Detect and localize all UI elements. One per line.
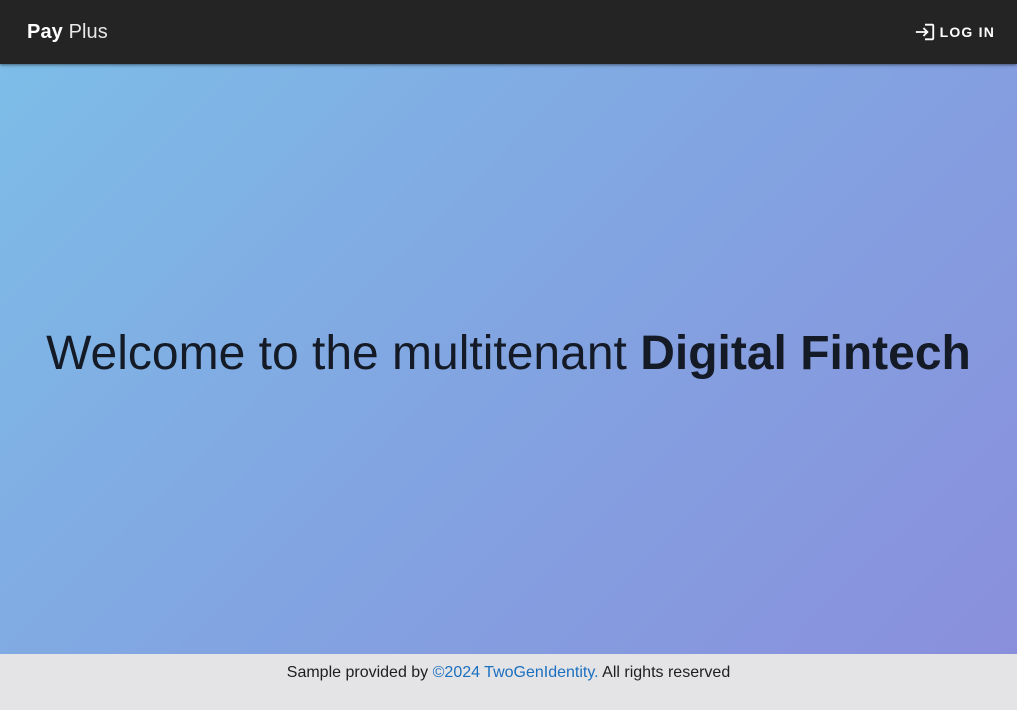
hero-banner: Welcome to the multitenant Digital Finte… [0, 64, 1017, 654]
headline-bold-text: Digital Fintech [640, 327, 971, 380]
brand-logo[interactable]: Pay Plus [27, 20, 108, 44]
login-label: LOG IN [939, 24, 995, 40]
login-button[interactable]: LOG IN [914, 18, 995, 46]
brand-name-light: Plus [68, 21, 108, 43]
brand-name-bold: Pay [27, 21, 63, 43]
headline-light-text: Welcome to the multitenant [46, 327, 627, 380]
footer-prefix: Sample provided by [286, 664, 429, 681]
hero-headline: Welcome to the multitenant Digital Finte… [0, 328, 1017, 380]
app-window: Pay Plus LOG IN Welcome to the multitena… [0, 0, 1017, 710]
login-icon [914, 21, 936, 43]
footer: Sample provided by ©2024 TwoGenIdentity.… [0, 654, 1017, 710]
top-app-bar: Pay Plus LOG IN [0, 0, 1017, 64]
footer-text: Sample provided by ©2024 TwoGenIdentity.… [0, 663, 1017, 683]
footer-suffix: All rights reserved [602, 664, 731, 681]
footer-copyright-link[interactable]: ©2024 TwoGenIdentity. [433, 664, 599, 681]
